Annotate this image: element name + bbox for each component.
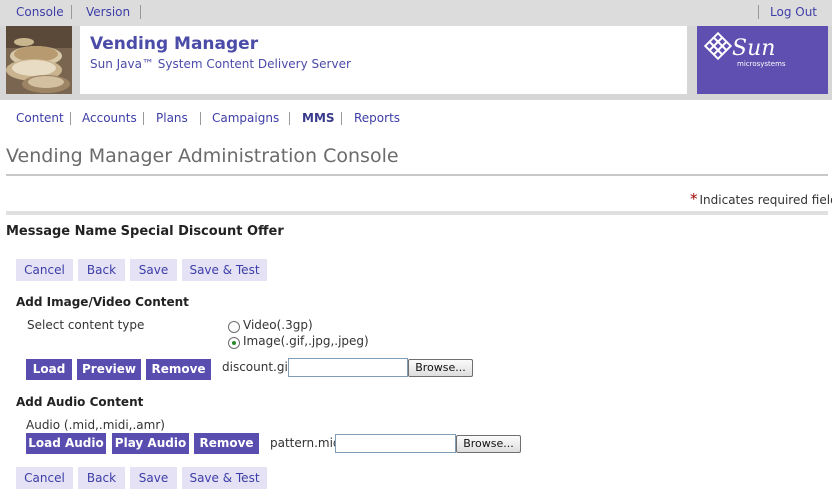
separator (143, 112, 144, 125)
nav-mms[interactable]: MMS (302, 111, 335, 125)
save-button[interactable]: Save (130, 259, 177, 281)
play-audio-button[interactable]: Play Audio (112, 433, 189, 454)
preview-button[interactable]: Preview (77, 359, 141, 380)
separator (200, 112, 201, 125)
sun-logo-subtext: microsystems (737, 60, 786, 68)
radio-selected-dot (232, 341, 236, 345)
separator (758, 5, 759, 19)
console-link[interactable]: Console (16, 5, 64, 19)
video-radio[interactable] (228, 321, 240, 333)
required-note-text: Indicates required field (699, 193, 832, 207)
separator (71, 5, 72, 19)
image-file-input[interactable] (288, 358, 408, 377)
separator (70, 112, 71, 125)
nav-reports[interactable]: Reports (354, 111, 400, 125)
image-option-label: Image(.gif,.jpg,.jpeg) (243, 334, 369, 348)
save-button-bottom[interactable]: Save (130, 467, 177, 489)
image-radio[interactable] (228, 337, 240, 349)
divider (6, 211, 828, 215)
audio-file-input[interactable] (335, 434, 456, 453)
masthead: Vending Manager Sun Java™ System Content… (0, 26, 832, 100)
load-audio-button[interactable]: Load Audio (26, 433, 106, 454)
app-subtitle: Sun Java™ System Content Delivery Server (90, 57, 351, 71)
content-type-label: Select content type (27, 318, 145, 332)
version-link[interactable]: Version (86, 5, 130, 19)
divider (6, 174, 828, 176)
audio-browse-button[interactable]: Browse... (456, 435, 521, 453)
coins-photo-icon (6, 26, 72, 94)
message-name: Message Name Special Discount Offer (6, 224, 284, 239)
video-option-label: Video(.3gp) (243, 318, 313, 332)
image-browse-button[interactable]: Browse... (408, 359, 473, 377)
image-video-heading: Add Image/Video Content (16, 295, 189, 309)
back-button[interactable]: Back (78, 259, 125, 281)
required-field-note: * Indicates required field (690, 190, 832, 208)
separator (289, 112, 290, 125)
cancel-button[interactable]: Cancel (16, 259, 73, 281)
nav-plans[interactable]: Plans (156, 111, 188, 125)
audio-filename: pattern.mid (270, 436, 341, 450)
save-and-test-button-bottom[interactable]: Save & Test (182, 467, 267, 489)
nav-content[interactable]: Content (16, 111, 64, 125)
top-utility-bar: Console Version Log Out (0, 0, 832, 26)
sun-logo-text: Sun (732, 36, 775, 61)
audio-heading: Add Audio Content (16, 395, 144, 409)
load-button[interactable]: Load (26, 359, 72, 380)
sun-logo: Sun microsystems (697, 26, 828, 94)
cancel-button-bottom[interactable]: Cancel (16, 467, 73, 489)
required-star: * (690, 190, 698, 208)
message-name-value: Special Discount Offer (120, 224, 284, 239)
back-button-bottom[interactable]: Back (78, 467, 125, 489)
image-filename: discount.gif (222, 360, 293, 374)
message-name-label: Message Name (6, 224, 117, 239)
separator (140, 5, 141, 19)
audio-formats-label: Audio (.mid,.midi,.amr) (26, 418, 165, 432)
sun-logo-icon: Sun microsystems (703, 31, 786, 68)
masthead-title-box: Vending Manager Sun Java™ System Content… (80, 26, 687, 94)
separator (341, 112, 342, 125)
nav-campaigns[interactable]: Campaigns (212, 111, 279, 125)
remove-audio-button[interactable]: Remove (194, 433, 259, 454)
app-title: Vending Manager (90, 34, 259, 54)
nav-accounts[interactable]: Accounts (82, 111, 137, 125)
save-and-test-button[interactable]: Save & Test (182, 259, 267, 281)
product-photo (6, 26, 72, 94)
page-title: Vending Manager Administration Console (6, 145, 399, 167)
remove-image-button[interactable]: Remove (146, 359, 211, 380)
logout-link[interactable]: Log Out (770, 5, 817, 19)
